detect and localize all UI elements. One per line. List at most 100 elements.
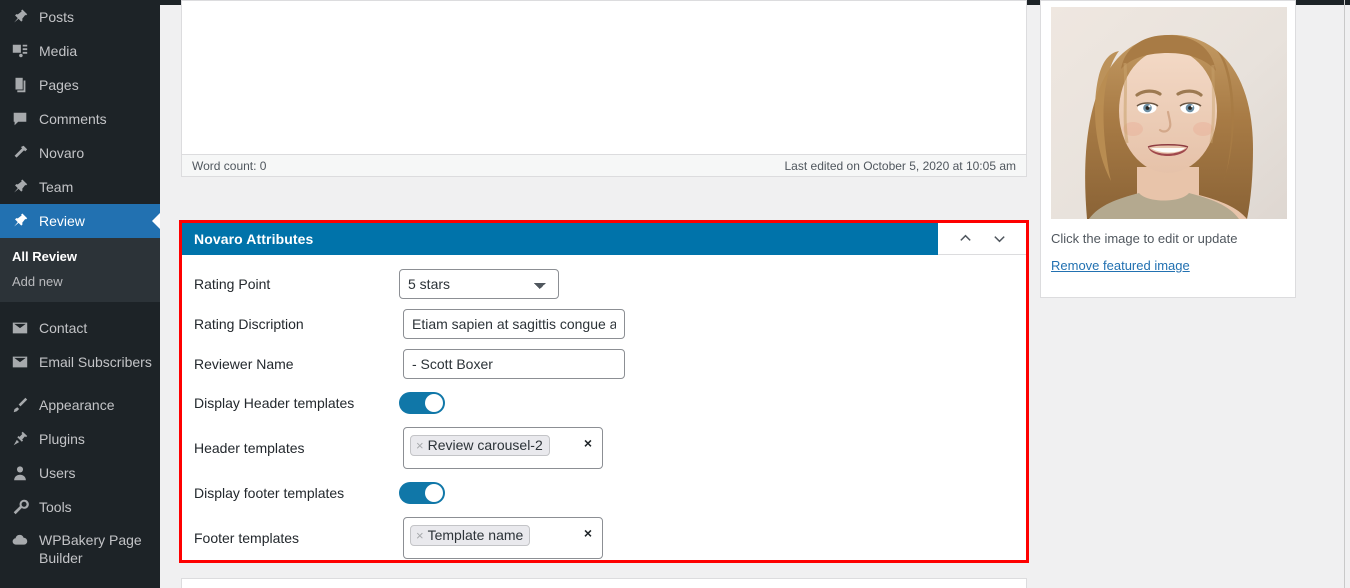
footer-templates-multiselect[interactable]: × Template name × <box>403 517 603 559</box>
reviewer-name-control <box>399 349 1026 379</box>
sidebar-item-wpbakery-page-builder[interactable]: WPBakery Page Builder <box>0 524 160 576</box>
sidebar-item-review[interactable]: Review <box>0 204 160 238</box>
field-row-header-templates: Header templates × Review carousel-2 × <box>194 427 1026 469</box>
user-icon <box>10 463 30 483</box>
editor-statusbar: Word count: 0 Last edited on October 5, … <box>182 154 1026 176</box>
rating-point-control: 5 stars <box>399 269 1026 299</box>
toggle-knob <box>425 484 443 502</box>
sidebar-item-comments[interactable]: Comments <box>0 102 160 136</box>
field-row-rating-point: Rating Point 5 stars <box>194 269 1026 299</box>
menu-separator <box>0 302 160 311</box>
featured-image-thumbnail[interactable] <box>1051 7 1287 219</box>
sidebar-item-plugins[interactable]: Plugins <box>0 422 160 456</box>
sidebar-item-label: Novaro <box>39 144 85 161</box>
pages-icon <box>10 75 30 95</box>
close-icon[interactable]: × <box>416 528 424 543</box>
display-footer-templates-toggle[interactable] <box>399 482 445 504</box>
right-edge-divider <box>1344 0 1345 588</box>
header-templates-multiselect[interactable]: × Review carousel-2 × <box>403 427 603 469</box>
next-metabox-partial <box>181 578 1027 588</box>
sidebar-item-label: Team <box>39 178 74 195</box>
media-icon <box>10 41 30 61</box>
sidebar-item-appearance[interactable]: Appearance <box>0 388 160 422</box>
wrench-icon <box>10 497 30 517</box>
sidebar-item-label: Review <box>39 212 85 229</box>
sidebar-item-tools[interactable]: Tools <box>0 490 160 524</box>
sidebar-item-label: Posts <box>39 8 75 25</box>
rating-point-label: Rating Point <box>194 276 271 292</box>
rating-point-select[interactable]: 5 stars <box>399 269 559 299</box>
editor-canvas[interactable] <box>182 1 1026 155</box>
header-templates-control: × Review carousel-2 × <box>399 427 1026 469</box>
sidebar-item-contact[interactable]: Contact <box>0 311 160 345</box>
rating-description-control <box>399 309 1026 339</box>
sidebar-item-novaro[interactable]: Novaro <box>0 136 160 170</box>
featured-image-box: Click the image to edit or update Remove… <box>1040 0 1296 298</box>
comments-icon <box>10 109 30 129</box>
remove-featured-image-link[interactable]: Remove featured image <box>1051 258 1190 273</box>
sidebar-item-label: Pages <box>39 76 79 93</box>
field-row-footer-templates: Footer templates × Template name × <box>194 517 1026 559</box>
footer-templates-control: × Template name × <box>399 517 1026 559</box>
sidebar-item-users[interactable]: Users <box>0 456 160 490</box>
menu-separator <box>0 379 160 388</box>
chip-label: Template name <box>427 527 524 543</box>
sidebar-item-pages[interactable]: Pages <box>0 68 160 102</box>
portrait-illustration <box>1051 7 1287 219</box>
sidebar-item-label: Media <box>39 42 78 59</box>
chip-label: Review carousel-2 <box>427 437 543 453</box>
sidebar-item-email-subscribers[interactable]: Email Subscribers <box>0 345 160 379</box>
field-row-display-header-templates: Display Header templates <box>194 389 1026 417</box>
featured-image-caption: Click the image to edit or update <box>1051 231 1238 246</box>
sidebar-item-label: Comments <box>39 110 107 127</box>
header-templates-chip[interactable]: × Review carousel-2 <box>410 435 550 456</box>
sidebar-item-label: Users <box>39 464 76 481</box>
rating-description-input[interactable] <box>403 309 625 339</box>
pin-icon <box>10 211 30 231</box>
sidebar-item-label: Plugins <box>39 430 85 447</box>
sidebar-submenu-review: All Review Add new <box>0 238 160 302</box>
last-edited: Last edited on October 5, 2020 at 10:05 … <box>784 158 1017 173</box>
footer-templates-clear-icon[interactable]: × <box>584 526 592 540</box>
metabox-header: Novaro Attributes <box>182 223 1026 255</box>
hammer-icon <box>10 143 30 163</box>
reviewer-name-input[interactable] <box>403 349 625 379</box>
pin-icon <box>10 7 30 27</box>
rating-description-label: Rating Discription <box>194 316 304 332</box>
footer-templates-chip[interactable]: × Template name <box>410 525 531 546</box>
sidebar-item-media[interactable]: Media <box>0 34 160 68</box>
pin-icon <box>10 177 30 197</box>
brush-icon <box>10 395 30 415</box>
submenu-item-add-new[interactable]: Add new <box>0 269 160 294</box>
envelope-icon <box>10 318 30 338</box>
admin-sidebar: Posts Media Pages Comments Novaro Team R… <box>0 0 160 588</box>
header-templates-label: Header templates <box>194 440 305 456</box>
display-header-templates-toggle[interactable] <box>399 392 445 414</box>
field-row-display-footer-templates: Display footer templates <box>194 479 1026 507</box>
sidebar-item-label: Appearance <box>39 396 115 413</box>
footer-templates-label: Footer templates <box>194 530 300 546</box>
featured-image-inner: Click the image to edit or update Remove… <box>1041 1 1295 297</box>
novaro-attributes-metabox: Novaro Attributes Rating Point 5 stars R… <box>179 220 1029 563</box>
sidebar-item-posts[interactable]: Posts <box>0 0 160 34</box>
chevron-down-icon[interactable] <box>988 228 1010 250</box>
display-header-templates-control <box>399 392 1026 414</box>
toggle-knob <box>425 394 443 412</box>
header-templates-clear-icon[interactable]: × <box>584 436 592 450</box>
chevron-up-icon[interactable] <box>954 228 976 250</box>
reviewer-name-label: Reviewer Name <box>194 356 294 372</box>
submenu-item-all-review[interactable]: All Review <box>0 244 160 269</box>
envelope-icon <box>10 352 30 372</box>
wp-admin-screen: Posts Media Pages Comments Novaro Team R… <box>0 0 1350 588</box>
sidebar-item-label: Tools <box>39 498 72 515</box>
word-count: Word count: 0 <box>192 158 267 173</box>
sidebar-item-label: Contact <box>39 319 88 336</box>
field-row-rating-description: Rating Discription <box>194 309 1026 339</box>
display-header-templates-label: Display Header templates <box>194 395 355 411</box>
content-editor-box: Word count: 0 Last edited on October 5, … <box>181 0 1027 177</box>
cloud-icon <box>10 531 30 551</box>
main-content: Word count: 0 Last edited on October 5, … <box>160 0 1350 588</box>
display-footer-templates-label: Display footer templates <box>194 485 345 501</box>
sidebar-item-team[interactable]: Team <box>0 170 160 204</box>
close-icon[interactable]: × <box>416 438 424 453</box>
